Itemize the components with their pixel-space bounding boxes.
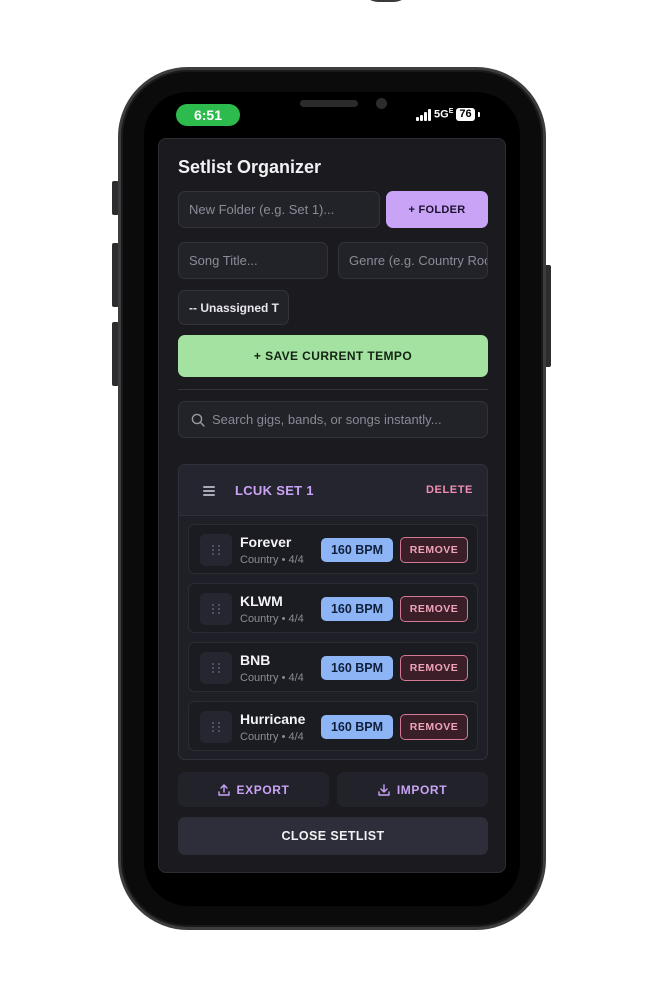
genre-input[interactable]: Genre (e.g. Country Rock) xyxy=(338,242,488,279)
signal-icon xyxy=(416,108,431,121)
top-decoration xyxy=(362,0,410,2)
battery-icon xyxy=(477,112,480,117)
bpm-badge[interactable]: 160 BPM xyxy=(321,715,393,739)
new-folder-input[interactable]: New Folder (e.g. Set 1)... xyxy=(178,191,380,228)
folder-header: LCUK SET 1 DELETE xyxy=(179,465,487,516)
import-button[interactable]: IMPORT xyxy=(337,772,488,807)
song-title-input[interactable]: Song Title... xyxy=(178,242,328,279)
drag-handle-icon[interactable] xyxy=(200,534,232,566)
bpm-badge[interactable]: 160 BPM xyxy=(321,597,393,621)
divider xyxy=(178,389,488,390)
close-setlist-button[interactable]: CLOSE SETLIST xyxy=(178,817,488,855)
drag-handle-icon[interactable] xyxy=(200,593,232,625)
remove-song-button[interactable]: REMOVE xyxy=(400,537,468,563)
search-input[interactable]: Search gigs, bands, or songs instantly..… xyxy=(178,401,488,438)
remove-song-button[interactable]: REMOVE xyxy=(400,655,468,681)
network-label: 5GE xyxy=(434,108,454,121)
song-title: Forever xyxy=(240,534,292,550)
search-placeholder: Search gigs, bands, or songs instantly..… xyxy=(212,412,442,427)
song-title: BNB xyxy=(240,652,271,668)
remove-song-button[interactable]: REMOVE xyxy=(400,596,468,622)
download-icon xyxy=(378,783,390,796)
import-label: IMPORT xyxy=(396,782,448,797)
setlist-organizer-modal: Setlist Organizer New Folder (e.g. Set 1… xyxy=(158,138,506,873)
export-button[interactable]: EXPORT xyxy=(178,772,329,807)
status-time: 6:51 xyxy=(176,104,240,126)
folder-select[interactable]: -- Unassigned T xyxy=(178,290,289,325)
status-indicators: 5GE 76 xyxy=(416,108,480,121)
export-label: EXPORT xyxy=(236,782,290,797)
song-meta: Country • 4/4 xyxy=(240,731,304,743)
battery-level: 76 xyxy=(456,108,475,121)
save-tempo-button[interactable]: + SAVE CURRENT TEMPO xyxy=(178,335,488,377)
bpm-badge[interactable]: 160 BPM xyxy=(321,656,393,680)
song-meta: Country • 4/4 xyxy=(240,554,304,566)
camera xyxy=(376,98,387,109)
delete-folder-button[interactable]: DELETE xyxy=(426,484,473,496)
drag-handle-icon[interactable] xyxy=(203,486,215,496)
song-row: KLWM Country • 4/4 160 BPM REMOVE xyxy=(188,583,478,633)
page-title: Setlist Organizer xyxy=(178,157,322,177)
remove-song-button[interactable]: REMOVE xyxy=(400,714,468,740)
song-row: BNB Country • 4/4 160 BPM REMOVE xyxy=(188,642,478,692)
folder-title[interactable]: LCUK SET 1 xyxy=(235,483,314,498)
song-row: Hurricane Country • 4/4 160 BPM REMOVE xyxy=(188,701,478,751)
search-icon xyxy=(191,413,205,427)
bpm-badge[interactable]: 160 BPM xyxy=(321,538,393,562)
add-folder-button[interactable]: + FOLDER xyxy=(386,191,488,228)
upload-icon xyxy=(217,783,230,796)
drag-handle-icon[interactable] xyxy=(200,711,232,743)
song-meta: Country • 4/4 xyxy=(240,672,304,684)
song-meta: Country • 4/4 xyxy=(240,613,304,625)
folder-card: LCUK SET 1 DELETE Forever Country • 4/4 … xyxy=(178,464,488,760)
notch xyxy=(232,92,440,124)
drag-handle-icon[interactable] xyxy=(200,652,232,684)
song-title: KLWM xyxy=(240,593,283,609)
song-row: Forever Country • 4/4 160 BPM REMOVE xyxy=(188,524,478,574)
song-title: Hurricane xyxy=(240,711,306,727)
speaker xyxy=(300,100,358,107)
